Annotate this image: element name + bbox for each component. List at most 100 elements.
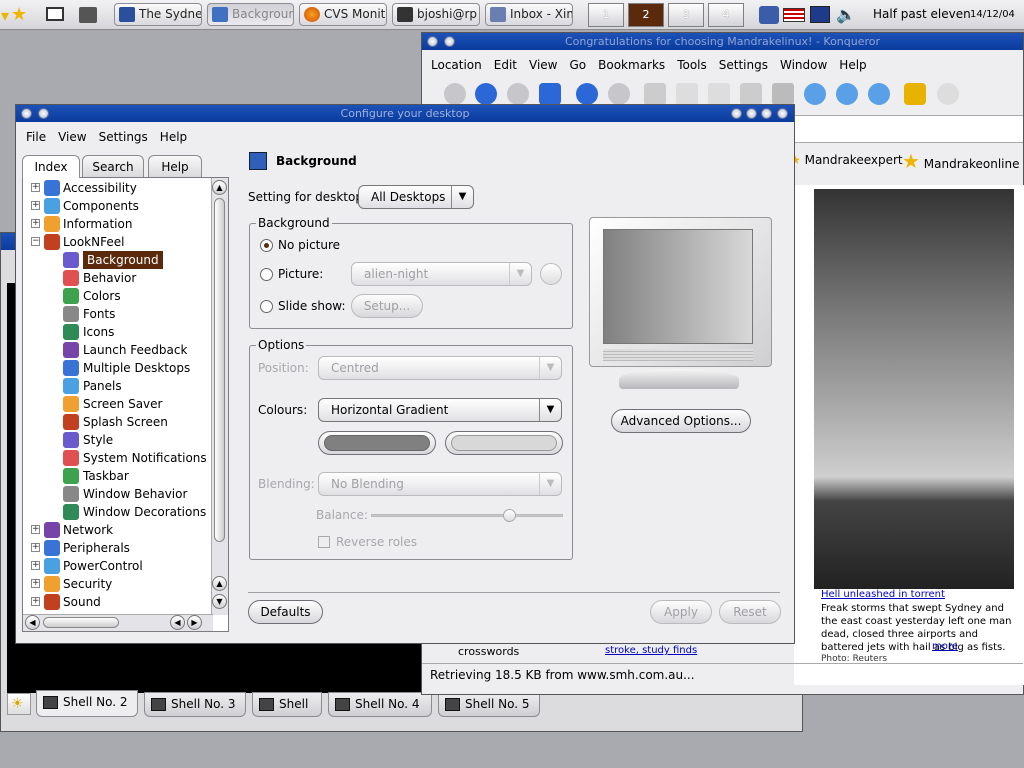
favorites-star-icon[interactable]: ★ <box>11 4 27 25</box>
kcontrol-menu-settings[interactable]: Settings <box>93 127 154 147</box>
expand-icon[interactable]: + <box>31 219 40 228</box>
browse-picture-icon[interactable] <box>540 263 562 285</box>
expand-icon[interactable]: + <box>31 201 40 210</box>
scroll-down-icon[interactable]: ▼ <box>212 594 227 609</box>
setup-button[interactable]: Setup... <box>351 294 423 318</box>
scroll-up-icon[interactable]: ▲ <box>212 180 227 195</box>
picture-select[interactable]: alien-night ▼ <box>351 262 532 286</box>
web-page[interactable]: Hell unleashed in torrent Freak storms t… <box>794 185 1024 685</box>
pager-desktop-2[interactable]: 2 <box>628 3 664 27</box>
konqueror-menu-view[interactable]: View <box>523 55 563 75</box>
headline-link[interactable]: Hell unleashed in torrent <box>821 589 945 600</box>
konqueror-titlebar[interactable]: Congratulations for choosing Mandrakelin… <box>422 33 1023 50</box>
collapse-icon[interactable]: − <box>31 237 40 246</box>
reverse-roles-checkbox[interactable] <box>318 536 330 548</box>
window-menu-icon[interactable] <box>21 108 32 119</box>
balance-slider-handle[interactable] <box>503 509 517 522</box>
konqueror-menu-tools[interactable]: Tools <box>671 55 713 75</box>
h-scroll-thumb[interactable] <box>43 617 119 628</box>
konqueror-menu-bookmarks[interactable]: Bookmarks <box>592 55 671 75</box>
konqueror-menu-help[interactable]: Help <box>833 55 872 75</box>
shell-tab-1[interactable]: Shell No. 2 <box>36 690 138 717</box>
stroke-link[interactable]: stroke, study finds <box>605 645 697 656</box>
k-menu-icon[interactable]: ▾ <box>1 6 9 25</box>
tab-index[interactable]: Index <box>22 155 80 178</box>
no-picture-label[interactable]: No picture <box>278 238 340 252</box>
kcontrol-menu-help[interactable]: Help <box>154 127 193 147</box>
stop-icon[interactable] <box>608 83 630 105</box>
systray-monitor-icon[interactable] <box>810 6 830 23</box>
expand-icon[interactable]: + <box>31 561 40 570</box>
scroll-up-icon[interactable]: ▲ <box>212 576 227 591</box>
tab-search[interactable]: Search <box>82 155 144 177</box>
color2-button[interactable] <box>445 431 563 455</box>
expand-icon[interactable]: + <box>31 579 40 588</box>
bookmark-mandrakeonline[interactable]: ★ Mandrakeonline <box>902 149 1020 173</box>
picture-label[interactable]: Picture: <box>278 267 323 281</box>
konqueror-menu-window[interactable]: Window <box>774 55 833 75</box>
close-icon[interactable] <box>777 108 788 119</box>
reset-button[interactable]: Reset <box>719 600 781 624</box>
slideshow-radio[interactable] <box>260 300 273 313</box>
defaults-button[interactable]: Defaults <box>248 600 323 624</box>
pager-desktop-1[interactable]: 1 <box>588 3 624 27</box>
security-lock-icon[interactable] <box>904 83 926 105</box>
scroll-right-icon[interactable]: ▶ <box>187 615 202 630</box>
up-icon[interactable] <box>444 83 466 105</box>
terminal-launcher-icon[interactable] <box>79 7 97 23</box>
expand-icon[interactable]: + <box>31 183 40 192</box>
scroll-left-icon[interactable]: ◀ <box>25 615 40 630</box>
slideshow-label[interactable]: Slide show: <box>278 299 346 313</box>
picture-radio[interactable] <box>260 268 273 281</box>
task-bjoshi[interactable]: bjoshi@rp <box>392 3 480 26</box>
task-sydney[interactable]: The Sydney <box>114 3 202 26</box>
scroll-thumb[interactable] <box>214 198 225 542</box>
minimize-icon[interactable] <box>746 108 757 119</box>
expand-icon[interactable]: + <box>31 597 40 606</box>
color1-button[interactable] <box>318 431 436 455</box>
zoom-icon[interactable] <box>804 83 826 105</box>
module-tree[interactable]: + Accessibility + Components + Information − Lo… <box>22 177 229 632</box>
download-icon[interactable] <box>937 83 959 105</box>
tree-horizontal-scrollbar[interactable]: ◀ ◀ ▶ <box>23 614 213 631</box>
konqueror-menu-settings[interactable]: Settings <box>713 55 774 75</box>
apply-button[interactable]: Apply <box>650 600 712 624</box>
sticky-icon[interactable] <box>444 36 455 47</box>
maximize-icon[interactable] <box>761 108 772 119</box>
shell-tab-4[interactable]: Shell No. 4 <box>328 692 432 717</box>
sticky-icon[interactable] <box>38 108 49 119</box>
blending-select[interactable]: No Blending ▼ <box>318 472 562 496</box>
copy-icon[interactable] <box>676 83 698 105</box>
systray-network-icon[interactable] <box>759 6 779 24</box>
reload-icon[interactable] <box>576 83 598 105</box>
pager-desktop-3[interactable]: 3 <box>668 3 704 27</box>
konsole-new-tab-icon[interactable]: ☀ <box>7 693 31 715</box>
advanced-options-button[interactable]: Advanced Options... <box>611 409 751 433</box>
window-menu-icon[interactable] <box>427 36 438 47</box>
zoom-in-icon[interactable] <box>836 83 858 105</box>
paste-icon[interactable] <box>708 83 730 105</box>
balance-slider[interactable] <box>371 509 563 523</box>
forward-icon[interactable] <box>507 83 529 105</box>
tree-vertical-scrollbar[interactable]: ▲ ▲ ▼ <box>211 178 228 615</box>
zoom-out-icon[interactable] <box>868 83 890 105</box>
crosswords-cell[interactable]: crosswords <box>458 645 519 658</box>
expand-icon[interactable]: + <box>31 543 40 552</box>
back-icon[interactable] <box>475 83 497 105</box>
home-icon[interactable] <box>539 83 561 105</box>
keyboard-layout-flag-icon[interactable] <box>783 8 805 22</box>
kcontrol-titlebar[interactable]: Configure your desktop <box>16 105 794 122</box>
show-desktop-icon[interactable] <box>46 7 64 21</box>
konqueror-menu-location[interactable]: Location <box>425 55 488 75</box>
help-icon[interactable] <box>731 108 742 119</box>
bookmark-mandrakeexpert[interactable]: ★ Mandrakeexpert <box>790 153 903 167</box>
volume-icon[interactable]: 🔈 <box>836 5 856 24</box>
clock-text[interactable]: Half past eleven <box>873 7 971 21</box>
desktop-select[interactable]: All Desktops ▼ <box>358 185 474 209</box>
position-select[interactable]: Centred ▼ <box>318 356 562 380</box>
shell-tab-3[interactable]: Shell <box>252 692 322 717</box>
date-text[interactable]: 14/12/04 <box>970 9 1015 20</box>
scroll-left-icon[interactable]: ◀ <box>170 615 185 630</box>
colours-select[interactable]: Horizontal Gradient ▼ <box>318 398 562 422</box>
no-picture-radio[interactable] <box>260 239 273 252</box>
